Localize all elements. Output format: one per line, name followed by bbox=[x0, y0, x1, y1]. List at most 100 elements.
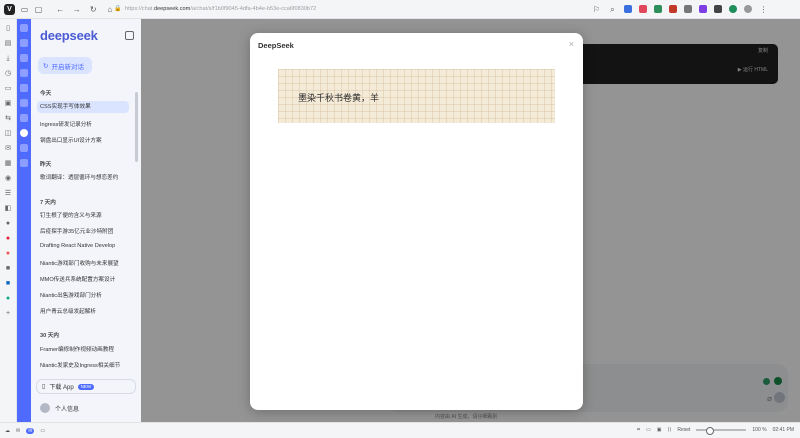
capture-icon[interactable]: ◫ bbox=[4, 130, 12, 138]
group-label: 昨天 bbox=[40, 162, 52, 168]
close-icon[interactable]: × bbox=[569, 39, 574, 49]
new-chat-button[interactable]: ↻ 开启新对话 bbox=[38, 57, 92, 74]
code-status-icon[interactable]: ⟨⟩ bbox=[667, 427, 671, 433]
layout-icon[interactable]: ▭ bbox=[40, 428, 45, 434]
app-icon[interactable] bbox=[20, 114, 28, 122]
chat-item[interactable]: Niantic游戏部门收购与未来展望 bbox=[40, 259, 132, 267]
download-app-button[interactable]: ▯ 下载 App NEW bbox=[36, 379, 136, 394]
feeds-icon[interactable]: ◉ bbox=[4, 175, 12, 183]
chat-item[interactable]: Niantic出售游戏部门分析 bbox=[40, 291, 132, 299]
lock-icon: 🔒 bbox=[114, 6, 122, 12]
translate-icon[interactable]: ⇆ bbox=[4, 115, 12, 123]
user-profile[interactable]: 个人信息 bbox=[40, 403, 79, 413]
download-app-label: 下载 App bbox=[49, 385, 74, 391]
app-icon[interactable] bbox=[20, 54, 28, 62]
calendar-icon[interactable]: ▦ bbox=[4, 160, 12, 168]
group-label: 今天 bbox=[40, 91, 52, 97]
tabs-icon[interactable]: ▢ bbox=[34, 5, 43, 14]
user-label: 个人信息 bbox=[55, 406, 80, 413]
vivaldi-logo-icon[interactable]: V bbox=[4, 3, 15, 15]
home-icon[interactable]: ⌂ bbox=[106, 5, 115, 14]
chat-item[interactable]: 钉生根了便的含义与来源 bbox=[40, 211, 132, 219]
web-panel-icon[interactable]: ● bbox=[4, 235, 12, 243]
modal-title: DeepSeek bbox=[258, 41, 294, 50]
panel-toggle-icon[interactable]: ▭ bbox=[20, 5, 29, 14]
deepseek-logo-icon[interactable] bbox=[20, 24, 28, 32]
sync-icon[interactable]: ☁ bbox=[5, 428, 10, 434]
active-app-icon[interactable] bbox=[20, 129, 28, 137]
app-icon[interactable] bbox=[20, 69, 28, 77]
chat-status-icon[interactable]: ✉ bbox=[26, 427, 35, 434]
zoom-level: 100 % bbox=[752, 427, 767, 433]
search-icon[interactable]: ⌕ bbox=[608, 5, 617, 14]
clock: 02:41 PM bbox=[772, 427, 794, 433]
sidebar-scrollbar[interactable] bbox=[135, 92, 138, 162]
zoom-reset[interactable]: Reset bbox=[677, 427, 690, 433]
handwritten-poem-text: 墨染千秋书卷黄，羊 bbox=[298, 94, 380, 104]
profile-icon[interactable] bbox=[744, 5, 752, 13]
address-bar[interactable]: 🔒 https://chat. deepseek.com/a/chat/s/f1b… bbox=[114, 3, 592, 16]
mail-icon[interactable]: ✉ bbox=[4, 145, 12, 153]
chat-item[interactable]: 钢盘出口显示UI设计方案 bbox=[40, 136, 132, 144]
browser-side-panel: ▯ ▤ ⤓ ◷ ▭ ▣ ⇆ ◫ ✉ ▦ ◉ ☰ ◧ ● ● ● ■ ■ ● + bbox=[0, 19, 17, 422]
app-icon[interactable] bbox=[20, 39, 28, 47]
refresh-icon: ↻ bbox=[43, 62, 49, 70]
contacts-icon[interactable]: ☰ bbox=[4, 190, 12, 198]
history-icon[interactable]: ◷ bbox=[4, 70, 12, 78]
preview-modal: DeepSeek × 墨染千秋书卷黄，羊 bbox=[250, 33, 583, 410]
downloads-icon[interactable]: ⤓ bbox=[4, 55, 12, 63]
chat-item[interactable]: Ingress研发记录分析 bbox=[40, 120, 132, 128]
new-chat-label: 开启新对话 bbox=[51, 63, 84, 71]
web-panel-icon[interactable]: ● bbox=[4, 250, 12, 258]
chat-item[interactable]: 后疫探手游35亿元业沙特附团 bbox=[40, 227, 132, 235]
app-icon[interactable] bbox=[20, 84, 28, 92]
url-domain: deepseek.com bbox=[153, 6, 191, 12]
chat-item[interactable]: Framer编修制作视频动画教程 bbox=[40, 345, 132, 353]
window-icon[interactable]: ▣ bbox=[4, 100, 12, 108]
chat-item[interactable]: 歌词翻译：透层循环与想恋差约 bbox=[40, 173, 132, 181]
extension-icon[interactable] bbox=[729, 5, 737, 13]
extension-icon[interactable] bbox=[684, 5, 692, 13]
app-icon[interactable] bbox=[20, 144, 28, 152]
chat-item[interactable]: 用户青云总级发起解析 bbox=[40, 307, 132, 315]
extension-icon[interactable] bbox=[699, 5, 707, 13]
mail-status-icon[interactable]: ✉ bbox=[16, 428, 20, 434]
add-panel-icon[interactable]: + bbox=[4, 310, 12, 318]
chat-item[interactable]: Drafting React Native Develop bbox=[40, 243, 132, 249]
extension-icon[interactable] bbox=[654, 5, 662, 13]
back-icon[interactable]: ← bbox=[56, 5, 65, 14]
group-label: 7 天内 bbox=[40, 200, 56, 206]
chat-item[interactable]: CSS实现手写体效果 bbox=[37, 101, 129, 113]
notes-icon[interactable]: ▭ bbox=[4, 85, 12, 93]
bookmark-icon[interactable]: ⚐ bbox=[592, 5, 601, 14]
app-icon[interactable] bbox=[20, 99, 28, 107]
window-status-icon[interactable]: ▭ bbox=[646, 427, 651, 433]
whatsapp-icon[interactable]: ● bbox=[4, 295, 12, 303]
bookmarks-panel-icon[interactable]: ▯ bbox=[4, 25, 12, 33]
extension-icon[interactable] bbox=[639, 5, 647, 13]
chat-item[interactable]: Niantic发家史及Ingress相关细节 bbox=[40, 361, 132, 369]
extension-icon[interactable] bbox=[624, 5, 632, 13]
add-app-icon[interactable] bbox=[20, 159, 28, 167]
extension-icon[interactable] bbox=[714, 5, 722, 13]
extension-icon[interactable] bbox=[669, 5, 677, 13]
reading-list-icon[interactable]: ▤ bbox=[4, 40, 12, 48]
capture-status-icon[interactable]: ⌗ bbox=[637, 427, 640, 433]
web-panel-icon[interactable]: ● bbox=[4, 220, 12, 228]
status-bar: ☁ ✉ ✉ ▭ ⌗ ▭ ▣ ⟨⟩ Reset 100 % 02:41 PM bbox=[0, 422, 800, 438]
image-status-icon[interactable]: ▣ bbox=[657, 427, 662, 433]
avatar bbox=[40, 403, 50, 413]
reload-icon[interactable]: ↻ bbox=[89, 5, 98, 14]
collapse-sidebar-icon[interactable] bbox=[125, 31, 134, 40]
web-panel-icon[interactable]: ■ bbox=[4, 265, 12, 273]
forward-icon[interactable]: → bbox=[73, 5, 82, 14]
linkedin-icon[interactable]: ■ bbox=[4, 280, 12, 288]
chat-item[interactable]: MMO传送兵系统配置方案设计 bbox=[40, 275, 132, 283]
app-root: V ▭ ▢ ← → ↻ ⌂ 🔒 https://chat. deepseek.co… bbox=[0, 0, 800, 438]
tasks-icon[interactable]: ◧ bbox=[4, 205, 12, 213]
group-label: 30 天内 bbox=[40, 333, 59, 339]
deepseek-app-strip bbox=[17, 19, 31, 422]
zoom-slider[interactable] bbox=[696, 427, 747, 435]
chat-sidebar: deepseek ↻ 开启新对话 今天 CSS实现手写体效果 Ingress研发… bbox=[31, 19, 141, 422]
menu-icon[interactable]: ⋮ bbox=[759, 5, 768, 14]
